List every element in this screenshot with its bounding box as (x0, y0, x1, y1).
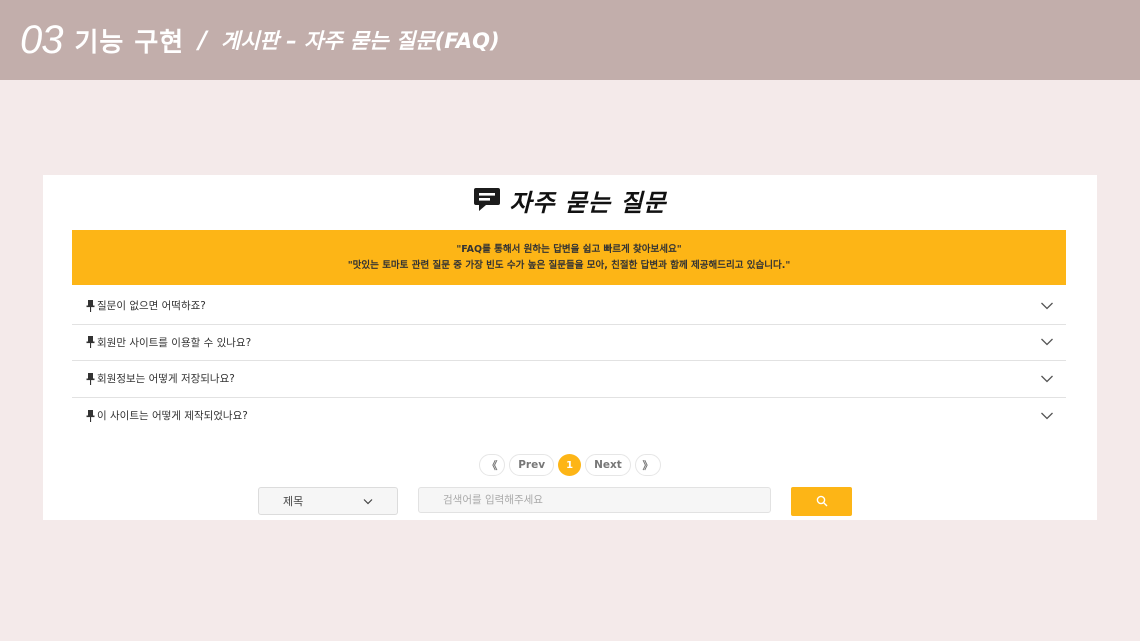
faq-item[interactable]: 회원만 사이트를 이용할 수 있나요? (72, 325, 1066, 361)
section-title: 기능 구현 (74, 27, 185, 58)
chevron-down-icon (363, 495, 373, 508)
banner-line-2: "맛있는 토마토 관련 질문 중 가장 빈도 수가 높은 질문들을 모아, 친절… (347, 259, 791, 271)
chevron-down-icon[interactable] (1040, 411, 1054, 421)
search-row: 제목 (43, 486, 1097, 516)
search-icon (816, 492, 828, 511)
faq-panel: 자주 묻는 질문 "FAQ를 통해서 원하는 답변을 쉽고 빠르게 찾아보세요"… (43, 175, 1097, 520)
first-page-button[interactable]: 《 (479, 454, 506, 476)
chevron-down-icon[interactable] (1040, 301, 1054, 311)
title-separator: / (198, 26, 207, 54)
search-field-select[interactable]: 제목 (258, 487, 398, 515)
faq-heading: 자주 묻는 질문 (43, 183, 1097, 218)
faq-title: 자주 묻는 질문 (509, 189, 667, 217)
faq-question: 질문이 없으면 어떡하죠? (97, 300, 206, 313)
faq-question: 회원만 사이트를 이용할 수 있나요? (97, 336, 252, 349)
faq-banner: "FAQ를 통해서 원하는 답변을 쉽고 빠르게 찾아보세요" "맛있는 토마토… (72, 230, 1066, 285)
header-bar: 03 기능 구현 / 게시판 – 자주 묻는 질문(FAQ) (0, 0, 1140, 80)
chat-bubble-icon (473, 186, 501, 216)
section-number: 03 (20, 17, 63, 62)
pagination: 《 Prev 1 Next 》 (43, 454, 1097, 476)
pushpin-icon (86, 299, 95, 312)
faq-item[interactable]: 회원정보는 어떻게 저장되나요? (72, 361, 1066, 398)
next-page-button[interactable]: Next (585, 454, 631, 476)
faq-question: 이 사이트는 어떻게 제작되었나요? (97, 410, 248, 423)
pushpin-icon (86, 372, 95, 385)
select-value: 제목 (283, 495, 304, 508)
chevron-down-icon[interactable] (1040, 337, 1054, 347)
faq-question: 회원정보는 어떻게 저장되나요? (97, 373, 235, 386)
faq-item[interactable]: 질문이 없으면 어떡하죠? (72, 288, 1066, 325)
current-page-button[interactable]: 1 (558, 454, 582, 476)
prev-page-button[interactable]: Prev (509, 454, 555, 476)
faq-item[interactable]: 이 사이트는 어떻게 제작되었나요? (72, 398, 1066, 435)
search-input[interactable] (418, 487, 771, 513)
last-page-button[interactable]: 》 (634, 454, 661, 476)
banner-line-1: "FAQ를 통해서 원하는 답변을 쉽고 빠르게 찾아보세요" (456, 243, 682, 255)
chevron-down-icon[interactable] (1040, 374, 1054, 384)
pushpin-icon (86, 336, 95, 349)
section-subtitle: 게시판 – 자주 묻는 질문(FAQ) (221, 29, 500, 53)
pushpin-icon (86, 409, 95, 422)
search-button[interactable] (791, 487, 852, 516)
faq-list: 질문이 없으면 어떡하죠? 회원만 사이트를 이용할 수 있나요? 회원정보는 … (72, 288, 1066, 434)
